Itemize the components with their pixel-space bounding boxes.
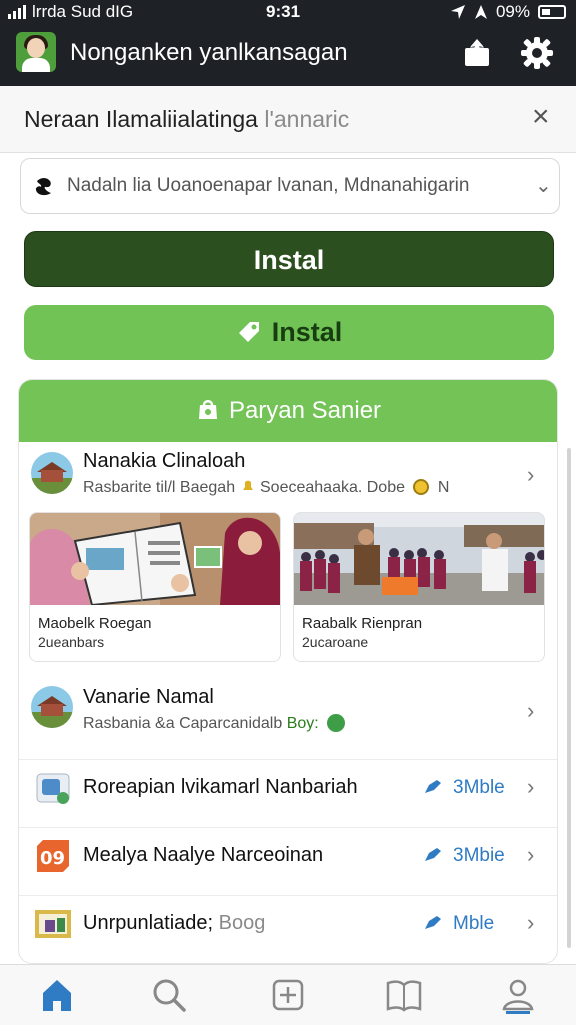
item-meta-highlight: Boy:: [286, 715, 319, 732]
signal-icon: [8, 5, 26, 19]
document-icon: [36, 773, 70, 804]
list-item[interactable]: Nanakia Clinaloah Rasbarite til/l Baegah…: [19, 442, 557, 512]
install-secondary-label: Instal: [271, 317, 343, 347]
clock: 9:31: [266, 2, 301, 21]
item-meta-3: N: [437, 479, 450, 496]
row-tag: Mble: [453, 913, 495, 934]
location-icon: [450, 5, 465, 19]
battery-percent: 09%: [495, 2, 530, 21]
row-label-muted: Boog: [218, 912, 266, 934]
item-meta-2: Soeceahaaka. Dobe: [260, 479, 405, 496]
shopping-bag-icon: [198, 400, 217, 419]
install-primary-button[interactable]: Instal: [24, 231, 554, 287]
news-subcaption: 2ueanbars: [38, 634, 105, 650]
install-secondary-button[interactable]: Instal: [24, 305, 554, 360]
home-icon[interactable]: [37, 975, 77, 1015]
card-header: Paryan Sanier: [19, 380, 557, 442]
book-icon[interactable]: [384, 975, 424, 1015]
row-tag: 3Mbie: [453, 845, 505, 866]
svg-text:09: 09: [40, 848, 65, 869]
list-row[interactable]: Roreapian lvikamarl Nanbariah 3Mble ›: [19, 759, 557, 816]
map-pin-icon: [35, 178, 51, 196]
chevron-right-icon: ›: [527, 842, 535, 867]
news-image: [294, 513, 544, 605]
gear-icon[interactable]: [520, 36, 554, 70]
app-icon: 09: [37, 840, 69, 872]
navigation-icon: [474, 5, 487, 19]
item-title: Nanakia Clinaloah: [83, 450, 246, 472]
edit-icon: [425, 916, 441, 929]
list-item[interactable]: Vanarie Namal Rasbania &a Caparcanidalb …: [19, 672, 557, 758]
chevron-right-icon: ›: [527, 910, 535, 935]
card-title: Paryan Sanier: [228, 397, 382, 424]
chevron-right-icon: ›: [527, 698, 535, 723]
status-dot-icon: [413, 479, 430, 495]
news-caption: Raabalk Rienpran: [302, 615, 423, 632]
chevron-down-icon: ⌄: [535, 175, 552, 197]
item-meta: Rasbarite til/l Baegah: [83, 479, 236, 496]
row-label: Unrpunlatiade;: [83, 912, 214, 934]
avatar: [31, 686, 73, 728]
row-label: Roreapian lvikamarl Nanbariah: [83, 776, 358, 798]
location-select[interactable]: Nadaln lia Uoanoenapar lvanan, Mdnanahig…: [20, 158, 560, 214]
news-caption: Maobelk Roegan: [38, 615, 152, 632]
item-title: Vanarie Namal: [83, 686, 214, 708]
battery-icon: [538, 5, 566, 19]
news-card[interactable]: Maobelk Roegan 2ueanbars: [29, 512, 281, 662]
scrollbar[interactable]: [567, 448, 571, 948]
chevron-right-icon: ›: [527, 462, 535, 487]
news-card[interactable]: Raabalk Rienpran 2ucaroane: [293, 512, 545, 662]
gallery-icon: [35, 910, 71, 938]
carrier-text: lrrda Sud dIG: [32, 2, 134, 21]
news-subcaption: 2ucaroane: [302, 634, 369, 650]
share-icon[interactable]: [462, 38, 492, 68]
bottom-tab-bar: [0, 964, 576, 1025]
status-bar: lrrda Sud dIG 9:31 09%: [0, 0, 576, 24]
list-row[interactable]: 09 Mealya Naalye Narceoinan 3Mbie ›: [19, 827, 557, 884]
row-label: Mealya Naalye Narceoinan: [83, 844, 324, 866]
edit-icon: [425, 780, 441, 793]
avatar: [31, 452, 73, 494]
row-tag: 3Mble: [453, 777, 505, 798]
app-title: Nonganken yanlkansagan: [70, 39, 348, 66]
chevron-right-icon: ›: [527, 774, 535, 799]
services-card: Paryan Sanier Nanakia Clinaloah Rasbarit…: [18, 379, 558, 964]
avatar[interactable]: [16, 32, 56, 72]
sheet-title: Neraan Ilamaliialatinga: [24, 106, 258, 132]
item-meta: Rasbania &a Caparcanidalb: [83, 715, 283, 732]
location-select-value: Nadaln lia Uoanoenapar lvanan, Mdnanahig…: [67, 175, 470, 196]
add-icon[interactable]: [268, 975, 308, 1015]
whatsapp-icon: [327, 714, 346, 732]
sheet-title-muted: l'annaric: [264, 106, 350, 132]
search-icon[interactable]: [149, 975, 189, 1015]
bell-icon: [242, 480, 253, 490]
list-row[interactable]: Unrpunlatiade; Boog Mble ›: [19, 895, 557, 952]
profile-icon[interactable]: [498, 975, 538, 1015]
news-image: [30, 513, 280, 605]
sheet-header: Neraan Ilamaliialatinga l'annaric ×: [0, 86, 576, 153]
edit-icon: [425, 848, 441, 861]
app-bar: Nonganken yanlkansagan: [0, 24, 576, 86]
close-icon[interactable]: ×: [532, 102, 550, 132]
tag-icon: [238, 322, 259, 342]
